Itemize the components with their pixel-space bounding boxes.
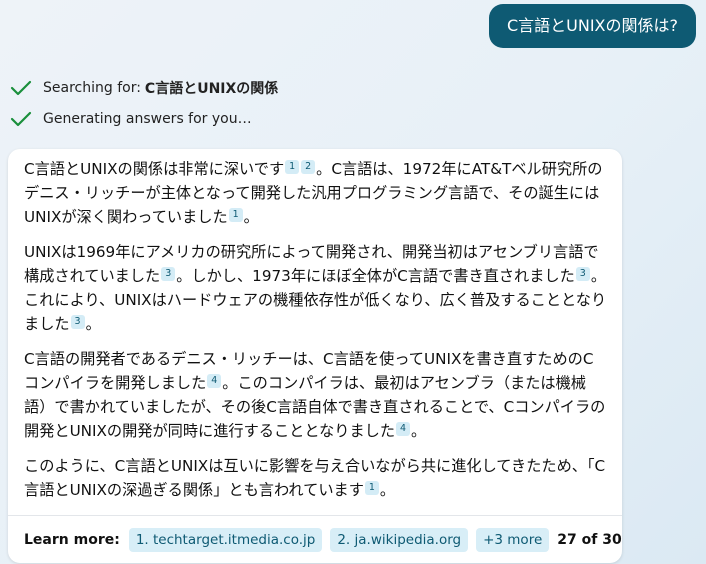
turn-counter: 27 of 30 bbox=[557, 531, 622, 548]
answer-paragraph: C言語とUNIXの関係は非常に深いです 1 2 。C言語は、1972年にAT&Tベル研… bbox=[24, 157, 608, 229]
generating-label: Generating answers for you… bbox=[43, 111, 252, 127]
source-link-2[interactable]: 2. ja.wikipedia.org bbox=[330, 527, 469, 552]
citation-ref[interactable]: 2 bbox=[301, 160, 316, 174]
user-message-bubble: C言語とUNIXの関係は? bbox=[488, 4, 696, 48]
source-link-1[interactable]: 1. techtarget.itmedia.co.jp bbox=[128, 527, 323, 552]
more-sources-button[interactable]: +3 more bbox=[476, 527, 550, 552]
answer-text: 。 bbox=[85, 315, 101, 333]
searching-label: Searching for: bbox=[43, 80, 141, 96]
answer-text: 。 bbox=[411, 422, 427, 440]
answer-paragraph: C言語の開発者であるデニス・リッチーは、C言語を使ってUNIXを書き直すためのC… bbox=[24, 347, 608, 443]
answer-card: C言語とUNIXの関係は非常に深いです 1 2 。C言語は、1972年にAT&Tベル研… bbox=[8, 149, 622, 563]
answer-text: 。しかし、1973年にほぼ全体がC言語で書き直されました bbox=[176, 267, 575, 285]
answer-text: このように、C言語とUNIXは互いに影響を与え合いながら共に進化してきたため、「… bbox=[24, 457, 606, 499]
answer-paragraph: このように、C言語とUNIXは互いに影響を与え合いながら共に進化してきたため、「… bbox=[24, 454, 608, 502]
check-icon bbox=[10, 111, 32, 127]
citation-ref[interactable]: 4 bbox=[396, 422, 411, 436]
citation-ref[interactable]: 3 bbox=[575, 267, 590, 281]
answer-text: 。 bbox=[243, 208, 259, 226]
generating-status: Generating answers for you… bbox=[10, 108, 252, 130]
answer-text: C言語とUNIXの関係は非常に深いです bbox=[24, 160, 285, 178]
citation-ref[interactable]: 1 bbox=[364, 481, 379, 495]
answer-paragraph: UNIXは1969年にアメリカの研究所によって開発され、開発当初はアセンブリ言語… bbox=[24, 240, 608, 336]
answer-text: 。 bbox=[379, 481, 396, 499]
citation-ref[interactable]: 1 bbox=[228, 208, 243, 222]
answer-body: C言語とUNIXの関係は非常に深いです 1 2 。C言語は、1972年にAT&Tベル研… bbox=[8, 149, 622, 502]
learn-more-label: Learn more: bbox=[24, 531, 120, 548]
citation-ref[interactable]: 3 bbox=[70, 315, 85, 329]
check-icon bbox=[10, 80, 32, 96]
learn-more-bar: Learn more: 1. techtarget.itmedia.co.jp … bbox=[8, 515, 622, 563]
searching-status: Searching for: C言語とUNIXの関係 bbox=[10, 77, 278, 99]
citation-ref[interactable]: 1 bbox=[285, 160, 300, 174]
searching-query: C言語とUNIXの関係 bbox=[144, 81, 279, 97]
citation-ref[interactable]: 4 bbox=[207, 374, 222, 388]
citation-ref[interactable]: 3 bbox=[161, 267, 176, 281]
